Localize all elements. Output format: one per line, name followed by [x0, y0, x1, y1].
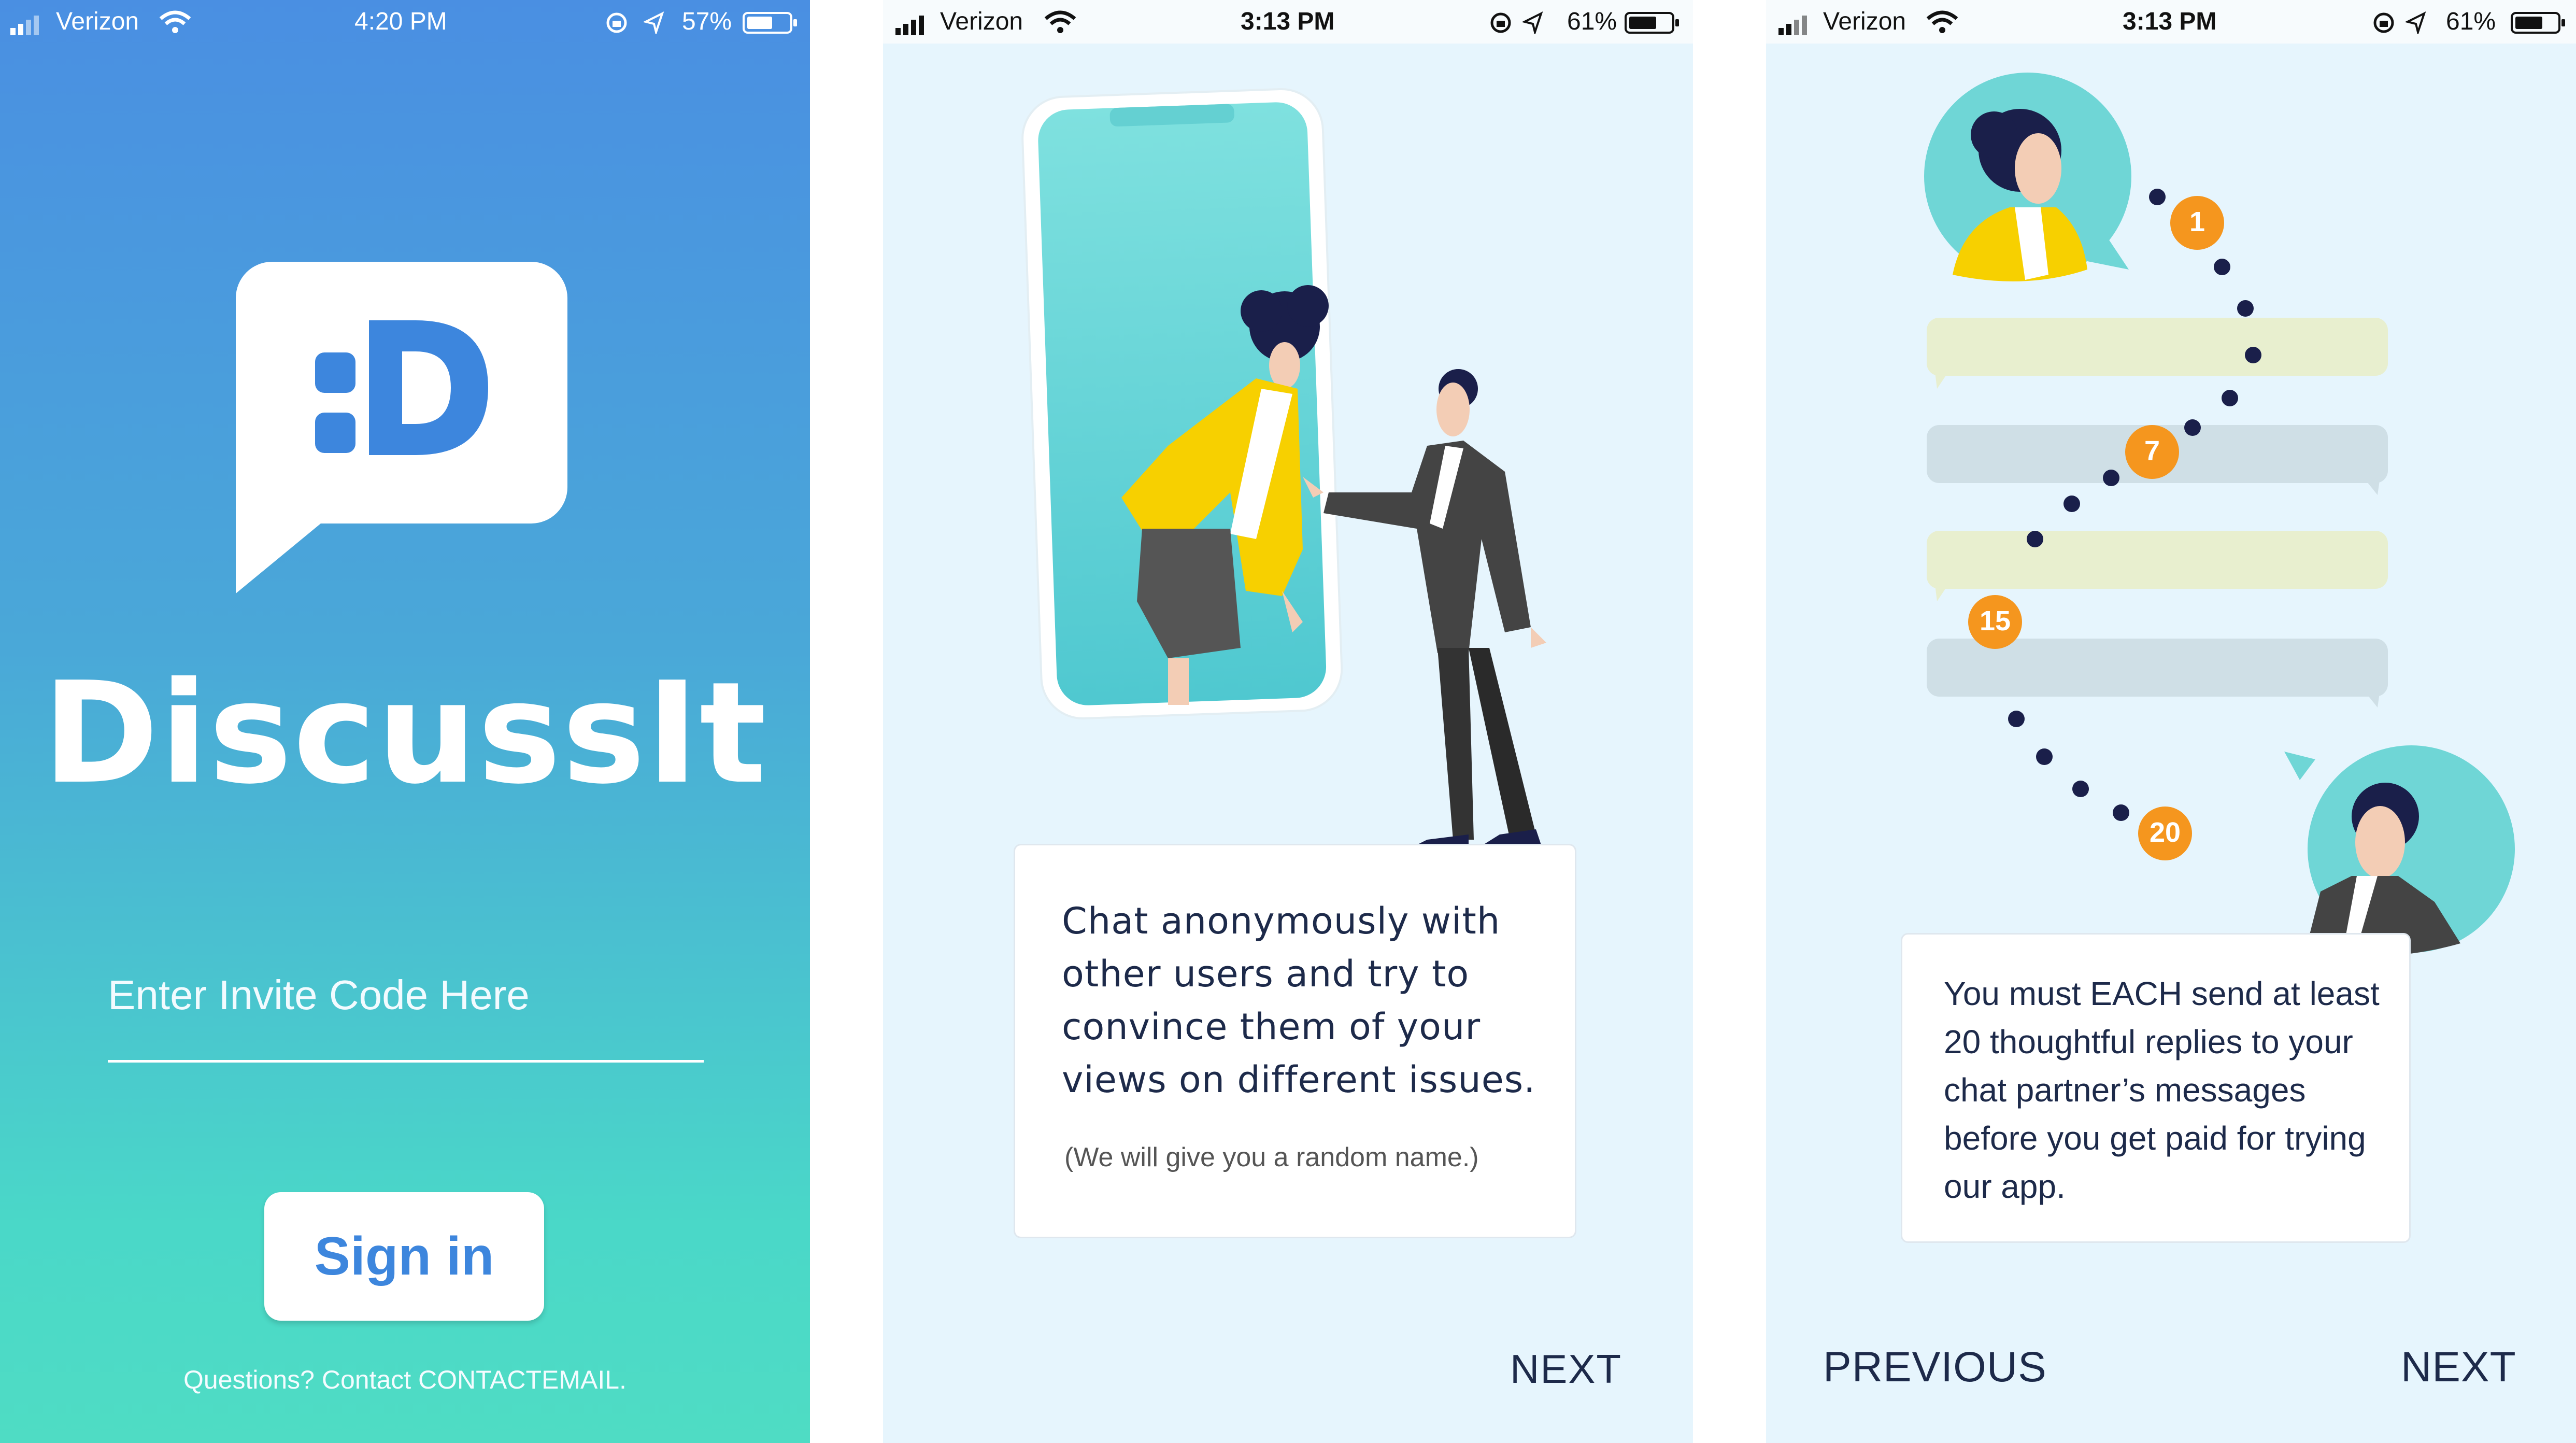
location-arrow-icon — [2406, 11, 2426, 34]
contact-link[interactable]: Questions? Contact CONTACTEMAIL. — [0, 1364, 810, 1395]
milestone-label-1: 1 — [2189, 206, 2205, 237]
milestone-label-7: 7 — [2144, 435, 2160, 466]
app-name: DiscussIt — [42, 652, 767, 815]
onboarding-screen-1: Verizon 3:13 PM 61% Chat anonymously wit… — [883, 0, 1693, 1443]
wifi-icon — [159, 10, 191, 33]
battery-percent: 61% — [2446, 8, 2496, 35]
onboarding-card-2: You must EACH send at least 20 thoughtfu… — [1901, 933, 2411, 1243]
clock: 3:13 PM — [2123, 8, 2217, 35]
clock: 4:20 PM — [354, 8, 447, 35]
carrier-label: Verizon — [940, 8, 1023, 35]
onboarding-illustration-chat — [1021, 88, 1546, 850]
carrier-label: Verizon — [1823, 8, 1906, 35]
milestone-label-20: 20 — [2149, 817, 2181, 848]
status-bar: Verizon 4:20 PM 57% — [0, 0, 810, 44]
battery-icon — [2511, 12, 2565, 34]
onboarding-screen-2: Verizon 3:13 PM 61% 1 7 15 20 You must E… — [1766, 0, 2576, 1443]
login-screen: Verizon 4:20 PM 57% DiscussIt Enter Invi… — [0, 0, 810, 1443]
signal-icon — [1778, 16, 1807, 35]
orientation-lock-icon — [1490, 12, 1511, 33]
signal-icon — [895, 16, 924, 35]
progress-dots — [1994, 189, 2261, 821]
sign-in-button[interactable]: Sign in — [264, 1192, 544, 1321]
location-arrow-icon — [1522, 11, 1543, 34]
onboarding-body-text: Chat anonymously with other users and tr… — [1062, 900, 1536, 1101]
battery-icon — [1625, 12, 1679, 34]
battery-percent: 61% — [1567, 8, 1617, 35]
onboarding-card-1: Chat anonymously with other users and tr… — [1014, 844, 1576, 1238]
chat-bubble-bar — [1927, 318, 2388, 376]
previous-button[interactable]: PREVIOUS — [1823, 1343, 2047, 1391]
milestone-label-15: 15 — [1979, 605, 2011, 636]
invite-code-input[interactable]: Enter Invite Code Here — [108, 974, 704, 1016]
battery-icon — [743, 12, 797, 34]
sign-in-label: Sign in — [314, 1226, 494, 1286]
next-button[interactable]: NEXT — [2401, 1343, 2516, 1391]
onboarding-note-text: (We will give you a random name.) — [1064, 1142, 1479, 1172]
wifi-icon — [1926, 10, 1958, 33]
chat-bubble-bar — [1927, 531, 2388, 589]
next-button[interactable]: NEXT — [1510, 1346, 1622, 1392]
clock: 3:13 PM — [1241, 8, 1335, 35]
chat-bubble-logo-icon — [236, 262, 567, 593]
carrier-label: Verizon — [56, 8, 139, 35]
status-bar: Verizon 3:13 PM 61% — [1766, 0, 2576, 44]
wifi-icon — [1044, 10, 1076, 33]
orientation-lock-icon — [606, 12, 627, 33]
location-arrow-icon — [644, 11, 664, 34]
invite-code-underline — [108, 1060, 704, 1063]
battery-percent: 57% — [682, 8, 732, 35]
signal-icon — [10, 16, 39, 35]
onboarding-body-text: You must EACH send at least 20 thoughtfu… — [1944, 975, 2380, 1205]
orientation-lock-icon — [2373, 12, 2394, 33]
status-bar: Verizon 3:13 PM 61% — [883, 0, 1693, 44]
